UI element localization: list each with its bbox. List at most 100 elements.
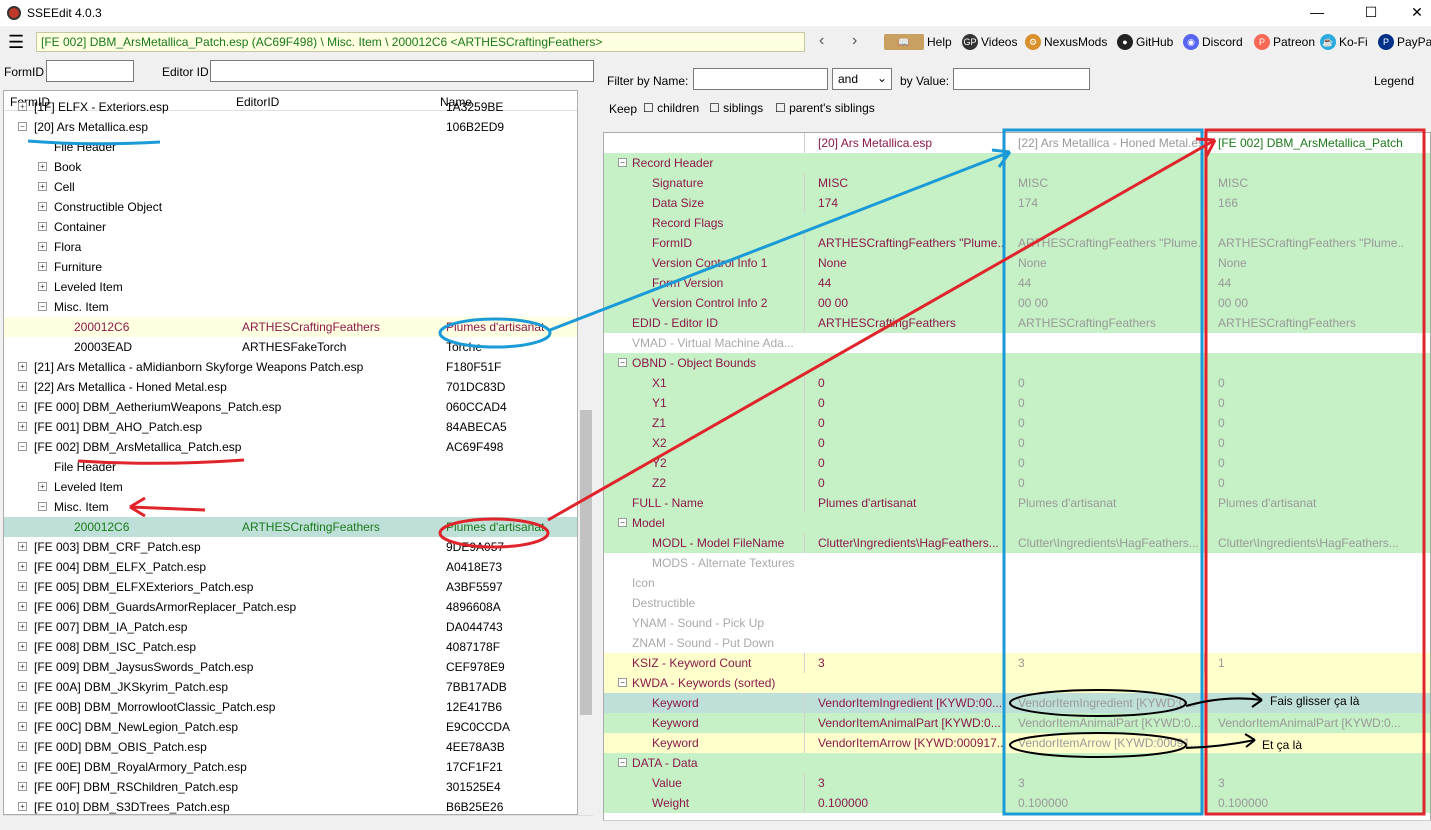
record-row[interactable]: Keyword VendorItemArrow [KYWD:000917... Ve… [604, 733, 1430, 753]
record-value[interactable]: 00 00 [1004, 293, 1204, 313]
record-value[interactable]: 3 [804, 653, 1004, 673]
tree-row[interactable]: + [FE 000] DBM_AetheriumWeapons_Patch.esp… [4, 397, 577, 417]
record-value[interactable]: 0 [1204, 393, 1404, 413]
tree-hscroll[interactable] [3, 815, 593, 830]
record-value[interactable]: VendorItemAnimalPart [KYWD:0... [1204, 713, 1404, 733]
expand-icon[interactable]: + [18, 582, 27, 591]
tree-row[interactable]: + [FE 003] DBM_CRF_Patch.esp 9DE9A057 [4, 537, 577, 557]
record-row[interactable]: EDID - Editor ID ARTHESCraftingFeathers AR… [604, 313, 1430, 333]
tree-row[interactable]: − Misc. Item [4, 297, 577, 317]
record-value[interactable]: MISC [1004, 173, 1204, 193]
record-value[interactable]: 0 [1004, 393, 1204, 413]
expand-icon[interactable]: + [18, 722, 27, 731]
record-value[interactable]: None [804, 253, 1004, 273]
record-row[interactable]: Z1 0 0 0 [604, 413, 1430, 433]
expand-icon[interactable]: + [38, 222, 47, 231]
record-value[interactable]: 0 [1204, 473, 1404, 493]
record-value[interactable]: VendorItemIngredient [KYWD:0... [1004, 693, 1204, 713]
expand-icon[interactable]: + [38, 282, 47, 291]
record-value[interactable]: 166 [1204, 193, 1404, 213]
record-value[interactable]: 0 [804, 413, 1004, 433]
tree-row[interactable]: + [FE 008] DBM_ISC_Patch.esp 4087178F [4, 637, 577, 657]
tree-row[interactable]: + Leveled Item [4, 477, 577, 497]
keep-siblings-checkbox[interactable]: ☐ siblings [709, 101, 763, 115]
record-value[interactable]: Plumes d'artisanat [1204, 493, 1404, 513]
tree-row[interactable]: + [21] Ars Metallica - aMidianborn Skyfor… [4, 357, 577, 377]
expand-icon[interactable]: + [18, 682, 27, 691]
record-path[interactable]: [FE 002] DBM_ArsMetallica_Patch.esp (AC6… [36, 32, 805, 52]
tree-row[interactable]: + Leveled Item [4, 277, 577, 297]
filter-op-select[interactable]: and ⌄ [832, 68, 892, 90]
bottom-tabs[interactable] [603, 820, 1431, 830]
collapse-icon[interactable]: − [618, 758, 627, 767]
record-row[interactable]: Model − [604, 513, 1430, 533]
expand-icon[interactable]: + [38, 262, 47, 271]
tree-row[interactable]: + [FE 00E] DBM_RoyalArmory_Patch.esp 17CF1… [4, 757, 577, 777]
tree-row[interactable]: + [FE 007] DBM_IA_Patch.esp DA044743 [4, 617, 577, 637]
collapse-icon[interactable]: − [38, 502, 47, 511]
editorid-input[interactable] [210, 60, 594, 82]
record-value[interactable]: 0 [1004, 473, 1204, 493]
record-row[interactable]: Record Flags [604, 213, 1430, 233]
expand-icon[interactable]: + [18, 782, 27, 791]
record-row[interactable]: DATA - Data − [604, 753, 1430, 773]
record-value[interactable]: 00 00 [804, 293, 1004, 313]
expand-icon[interactable]: + [38, 182, 47, 191]
expand-icon[interactable]: + [38, 242, 47, 251]
tree-row[interactable]: + [FE 004] DBM_ELFX_Patch.esp A0418E73 [4, 557, 577, 577]
record-value[interactable]: 0.100000 [1004, 793, 1204, 813]
record-row[interactable]: Keyword VendorItemAnimalPart [KYWD:0... Ve… [604, 713, 1430, 733]
collapse-icon[interactable]: − [18, 442, 27, 451]
record-value[interactable]: ARTHESCraftingFeathers [1004, 313, 1204, 333]
expand-icon[interactable]: + [18, 102, 27, 111]
expand-icon[interactable]: + [18, 542, 27, 551]
record-value[interactable]: VendorItemAnimalPart [KYWD:0... [804, 713, 1004, 733]
record-value[interactable]: 44 [1004, 273, 1204, 293]
col-ars-metallica[interactable]: [20] Ars Metallica.esp [804, 133, 1004, 153]
paypal-link[interactable]: PPayPal [1378, 34, 1431, 50]
help-link[interactable]: 📖 Help [884, 34, 952, 50]
keep-parents-checkbox[interactable]: ☐ parent's siblings [775, 101, 875, 115]
record-row[interactable]: YNAM - Sound - Pick Up [604, 613, 1430, 633]
back-button[interactable]: ‹ [819, 32, 824, 50]
tree-row[interactable]: + Constructible Object [4, 197, 577, 217]
tree-row[interactable]: + [1F] ELFX - Exteriors.esp 1A3259BE [4, 97, 577, 117]
expand-icon[interactable]: + [18, 702, 27, 711]
record-value[interactable]: 0 [1204, 433, 1404, 453]
record-row[interactable]: X2 0 0 0 [604, 433, 1430, 453]
tree-row[interactable]: 200012C6 ARTHESCraftingFeathers Plumes d'a… [4, 517, 577, 537]
tree-scrollbar[interactable] [578, 90, 594, 815]
nexusmods-link[interactable]: ⚙ NexusMods [1025, 34, 1107, 50]
expand-icon[interactable]: + [18, 602, 27, 611]
discord-link[interactable]: ◉ Discord [1183, 34, 1243, 50]
expand-icon[interactable]: + [38, 162, 47, 171]
tree-row[interactable]: 20003EAD ARTHESFakeTorch Torche [4, 337, 577, 357]
record-row[interactable]: Y1 0 0 0 [604, 393, 1430, 413]
record-row[interactable]: Y2 0 0 0 [604, 453, 1430, 473]
record-row[interactable]: Value 3 3 3 [604, 773, 1430, 793]
record-value[interactable]: Clutter\Ingredients\HagFeathers... [804, 533, 1004, 553]
collapse-icon[interactable]: − [18, 122, 27, 131]
filter-value-input[interactable] [953, 68, 1090, 90]
formid-input[interactable] [46, 60, 134, 82]
tree-row[interactable]: − Misc. Item [4, 497, 577, 517]
tree-row[interactable]: File Header [4, 457, 577, 477]
plugin-tree[interactable]: FormID EditorID Name + [1F] ELFX - Exteri… [3, 90, 578, 815]
record-row[interactable]: FULL - Name Plumes d'artisanat Plumes d'ar… [604, 493, 1430, 513]
record-value[interactable]: 174 [1004, 193, 1204, 213]
tree-row[interactable]: + Container [4, 217, 577, 237]
minimize-button[interactable]: — [1294, 0, 1340, 26]
record-value[interactable]: VendorItemArrow [KYWD:00091... [1004, 733, 1204, 753]
record-value[interactable]: 0 [804, 393, 1004, 413]
expand-icon[interactable]: + [38, 482, 47, 491]
tree-row[interactable]: + [FE 009] DBM_JaysusSwords_Patch.esp CEF9… [4, 657, 577, 677]
record-row[interactable]: Destructible [604, 593, 1430, 613]
tree-row[interactable]: + Furniture [4, 257, 577, 277]
tree-row[interactable]: − [FE 002] DBM_ArsMetallica_Patch.esp AC69… [4, 437, 577, 457]
tree-row[interactable]: + [FE 00B] DBM_MorrowlootClassic_Patch.es… [4, 697, 577, 717]
scroll-thumb[interactable] [580, 410, 592, 715]
record-value[interactable]: 0 [804, 373, 1004, 393]
record-value[interactable]: 0 [804, 433, 1004, 453]
expand-icon[interactable]: + [18, 622, 27, 631]
tree-row[interactable]: + Flora [4, 237, 577, 257]
